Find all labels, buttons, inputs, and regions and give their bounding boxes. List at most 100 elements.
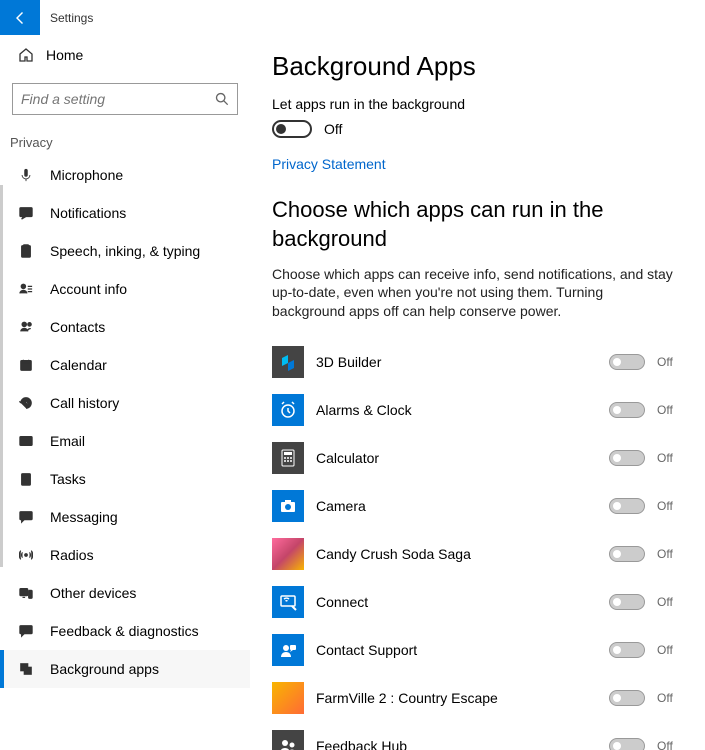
app-toggle-state: Off — [657, 739, 677, 750]
app-toggle-state: Off — [657, 643, 677, 657]
privacy-statement-link[interactable]: Privacy Statement — [272, 156, 386, 172]
calculator-icon — [272, 442, 304, 474]
app-row-3dbuilder: 3D Builder Off — [272, 338, 677, 386]
app-toggle-camera[interactable] — [609, 498, 645, 514]
sidebar: Home Privacy Microphone Notifications Sp… — [0, 35, 250, 750]
sidebar-item-label: Other devices — [50, 585, 136, 601]
sidebar-item-notifications[interactable]: Notifications — [0, 194, 250, 232]
calendar-icon — [16, 358, 36, 372]
app-toggle-state: Off — [657, 403, 677, 417]
section-heading: Choose which apps can run in the backgro… — [272, 196, 677, 253]
feedback-icon — [16, 624, 36, 638]
search-input[interactable] — [21, 91, 215, 107]
email-icon — [16, 434, 36, 448]
sidebar-item-label: Speech, inking, & typing — [50, 243, 200, 259]
app-row-contactsupport: Contact Support Off — [272, 626, 677, 674]
sidebar-item-speech[interactable]: Speech, inking, & typing — [0, 232, 250, 270]
app-toggle-contactsupport[interactable] — [609, 642, 645, 658]
sidebar-item-label: Radios — [50, 547, 94, 563]
back-button[interactable] — [0, 0, 40, 35]
sidebar-list: Microphone Notifications Speech, inking,… — [0, 156, 250, 750]
app-toggle-state: Off — [657, 595, 677, 609]
app-toggle-alarms[interactable] — [609, 402, 645, 418]
app-row-feedbackhub: Feedback Hub Off — [272, 722, 677, 750]
sidebar-item-label: Background apps — [50, 661, 159, 677]
app-toggle-3dbuilder[interactable] — [609, 354, 645, 370]
app-name: 3D Builder — [316, 354, 609, 370]
app-name: Contact Support — [316, 642, 609, 658]
history-icon — [16, 396, 36, 410]
sidebar-item-label: Account info — [50, 281, 127, 297]
app-toggle-state: Off — [657, 499, 677, 513]
3d-builder-icon — [272, 346, 304, 378]
sidebar-item-label: Tasks — [50, 471, 86, 487]
connect-icon — [272, 586, 304, 618]
sidebar-item-feedback[interactable]: Feedback & diagnostics — [0, 612, 250, 650]
app-name: Camera — [316, 498, 609, 514]
sidebar-item-label: Calendar — [50, 357, 107, 373]
contacts-icon — [16, 320, 36, 334]
camera-icon — [272, 490, 304, 522]
sidebar-item-account[interactable]: Account info — [0, 270, 250, 308]
app-name: Candy Crush Soda Saga — [316, 546, 609, 562]
sidebar-item-label: Email — [50, 433, 85, 449]
app-toggle-state: Off — [657, 691, 677, 705]
sidebar-item-otherdevices[interactable]: Other devices — [0, 574, 250, 612]
candy-crush-icon — [272, 538, 304, 570]
scrollbar[interactable] — [0, 185, 4, 725]
feedback-hub-icon — [272, 730, 304, 750]
app-toggle-calculator[interactable] — [609, 450, 645, 466]
master-toggle-label: Let apps run in the background — [272, 96, 677, 112]
app-row-candycrush: Candy Crush Soda Saga Off — [272, 530, 677, 578]
app-toggle-candycrush[interactable] — [609, 546, 645, 562]
app-toggle-state: Off — [657, 451, 677, 465]
contact-support-icon — [272, 634, 304, 666]
sidebar-item-label: Contacts — [50, 319, 105, 335]
sidebar-item-radios[interactable]: Radios — [0, 536, 250, 574]
app-toggle-farmville[interactable] — [609, 690, 645, 706]
sidebar-item-messaging[interactable]: Messaging — [0, 498, 250, 536]
home-nav[interactable]: Home — [0, 35, 250, 75]
devices-icon — [16, 586, 36, 600]
app-name: Feedback Hub — [316, 738, 609, 750]
app-row-connect: Connect Off — [272, 578, 677, 626]
search-box[interactable] — [12, 83, 238, 115]
sidebar-item-callhistory[interactable]: Call history — [0, 384, 250, 422]
account-icon — [16, 282, 36, 296]
home-icon — [16, 47, 36, 63]
app-toggle-connect[interactable] — [609, 594, 645, 610]
app-row-camera: Camera Off — [272, 482, 677, 530]
tasks-icon — [16, 472, 36, 486]
alarms-icon — [272, 394, 304, 426]
messaging-icon — [16, 510, 36, 524]
sidebar-item-label: Microphone — [50, 167, 123, 183]
master-toggle[interactable] — [272, 120, 312, 138]
microphone-icon — [16, 168, 36, 182]
app-name: Connect — [316, 594, 609, 610]
sidebar-item-contacts[interactable]: Contacts — [0, 308, 250, 346]
master-toggle-state: Off — [324, 121, 342, 137]
sidebar-item-backgroundapps[interactable]: Background apps — [0, 650, 250, 688]
sidebar-item-microphone[interactable]: Microphone — [0, 156, 250, 194]
scrollbar-thumb[interactable] — [0, 185, 3, 567]
page-title: Background Apps — [272, 51, 677, 82]
notifications-icon — [16, 206, 36, 220]
toggle-knob — [276, 124, 286, 134]
app-name: Calculator — [316, 450, 609, 466]
sidebar-item-label: Call history — [50, 395, 119, 411]
sidebar-item-email[interactable]: Email — [0, 422, 250, 460]
header: Settings — [0, 0, 705, 35]
sidebar-item-tasks[interactable]: Tasks — [0, 460, 250, 498]
sidebar-item-calendar[interactable]: Calendar — [0, 346, 250, 384]
section-description: Choose which apps can receive info, send… — [272, 265, 677, 320]
app-toggle-feedbackhub[interactable] — [609, 738, 645, 750]
app-toggle-state: Off — [657, 547, 677, 561]
home-label: Home — [46, 47, 83, 63]
clipboard-icon — [16, 244, 36, 258]
sidebar-category: Privacy — [0, 123, 250, 156]
window-title: Settings — [40, 11, 93, 25]
app-toggle-state: Off — [657, 355, 677, 369]
radios-icon — [16, 548, 36, 562]
background-apps-icon — [16, 662, 36, 676]
app-row-farmville: FarmVille 2 : Country Escape Off — [272, 674, 677, 722]
